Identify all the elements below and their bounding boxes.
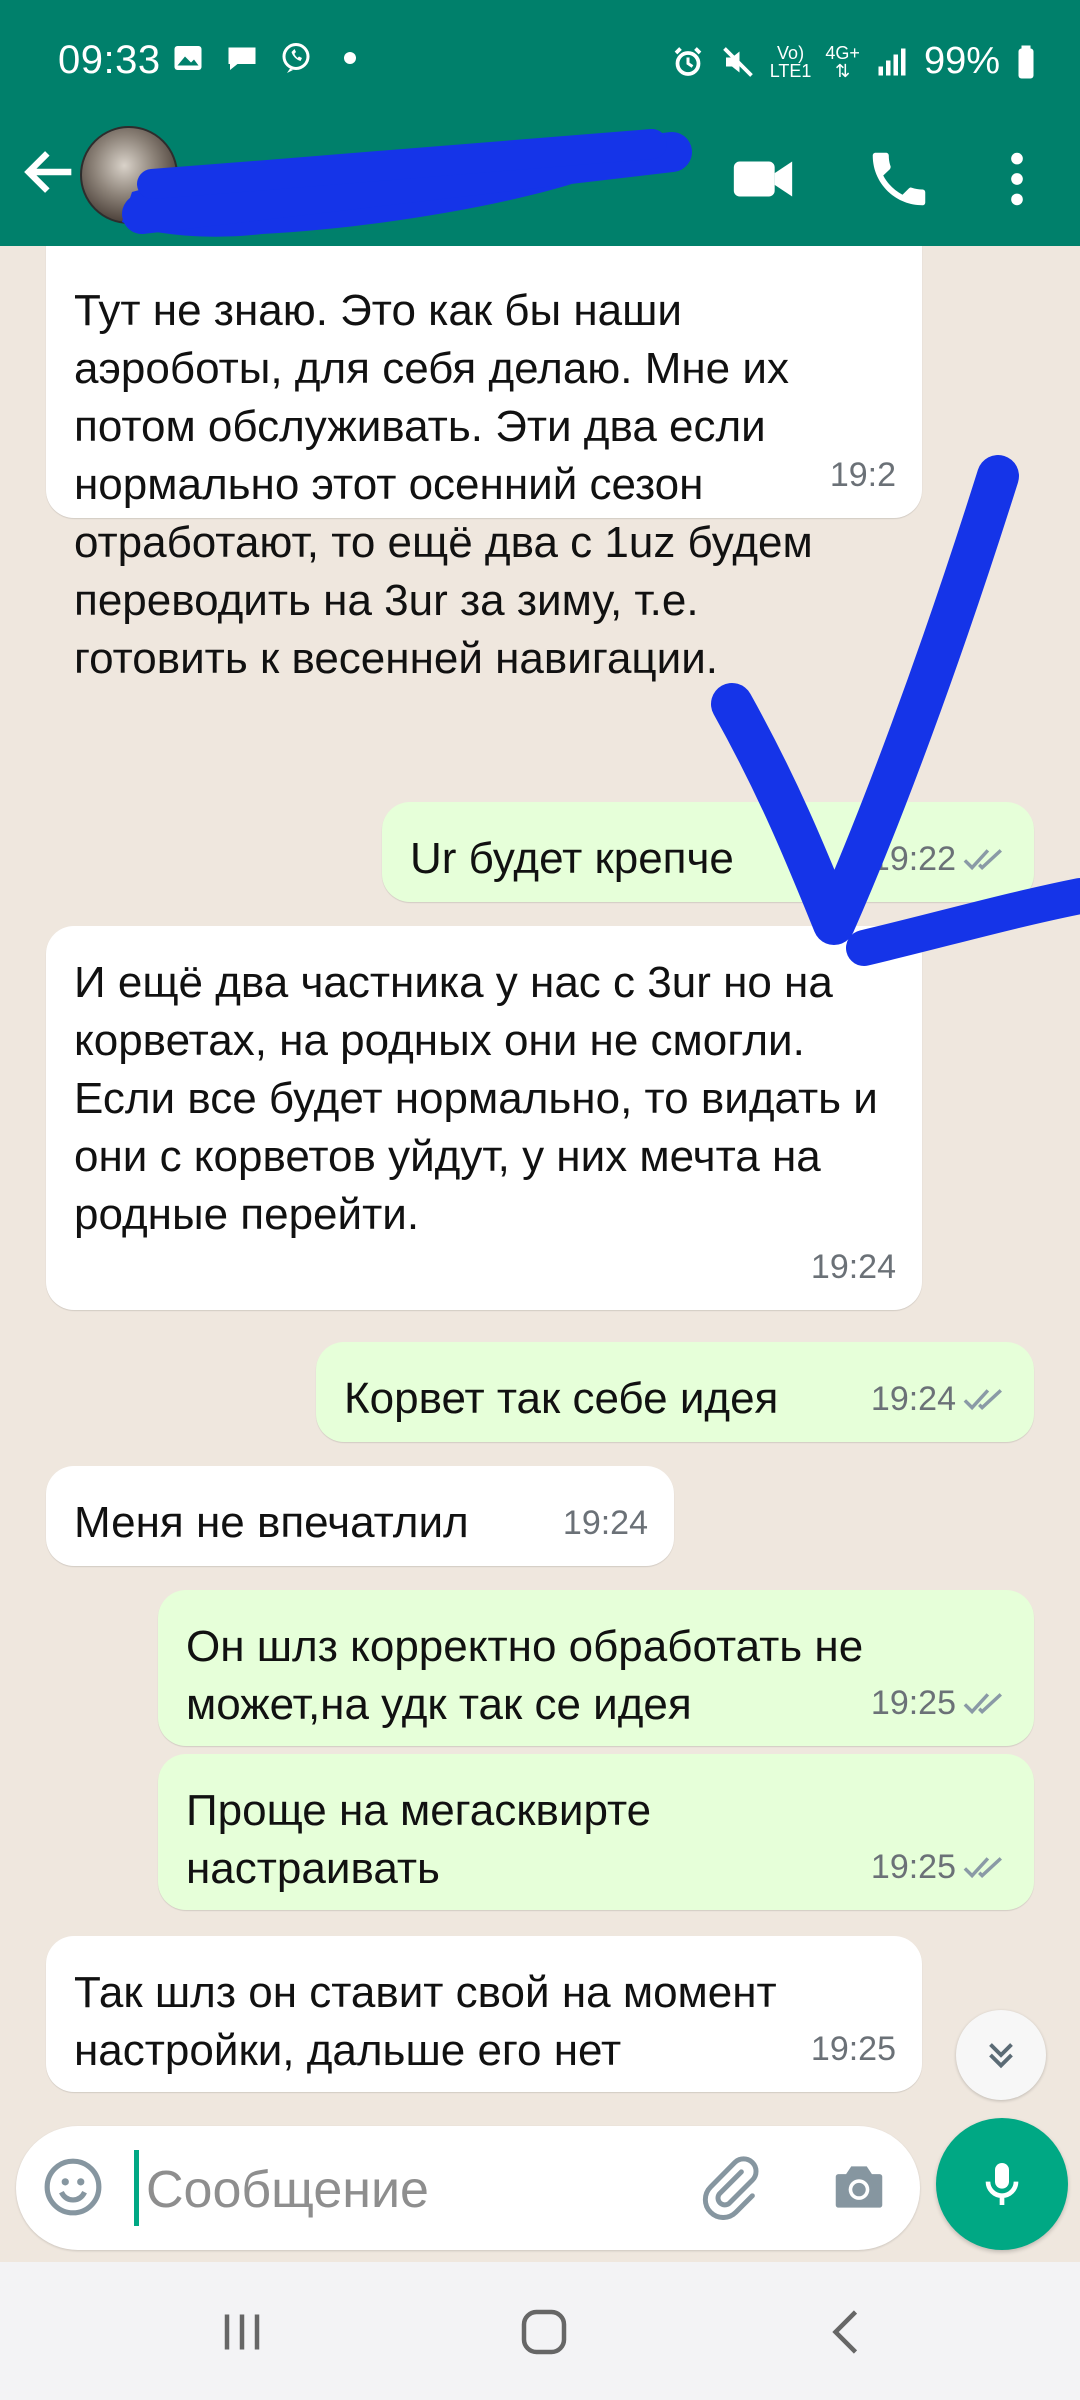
gallery-icon [174, 46, 202, 70]
network-type: 4G+ ⇅ [825, 42, 860, 81]
message-incoming[interactable]: И ещё два частника у нас с 3ur но на кор… [46, 926, 922, 1310]
scroll-to-bottom-button[interactable] [956, 2010, 1046, 2100]
back-arrow-icon[interactable] [18, 140, 82, 204]
mic-button[interactable] [936, 2118, 1068, 2250]
message-meta: 19:24 [810, 1248, 896, 1286]
message-incoming[interactable]: Меня не впечатлил 19:24 [46, 1466, 674, 1566]
volte-indicator: Vo) LTE1 [769, 42, 812, 81]
alarm-icon [674, 46, 702, 76]
system-icons: Vo) LTE1 4G+ ⇅ 99% [670, 40, 1038, 83]
video-call-icon[interactable] [728, 144, 798, 214]
message-outgoing[interactable]: Корвет так себе идея 19:24 [316, 1342, 1034, 1442]
message-meta: 19:22 [871, 830, 1008, 888]
status-bar: 09:33 Vo) LTE1 4G+ ⇅ 99% [0, 0, 1080, 120]
app-header: 09:33 Vo)LTE1 4G+⇅ 99% 32 [0, 0, 1080, 246]
battery-percent: 99% [923, 40, 1000, 82]
mic-icon [985, 2163, 1019, 2205]
message-text: Так шлз он ставит свой на момент настрой… [74, 1968, 777, 2075]
read-ticks-icon [963, 1389, 1002, 1411]
message-meta: 19:25 [871, 1838, 1008, 1896]
message-text: Меня не впечатлил [74, 1498, 469, 1547]
message-meta: 19:25 [871, 1674, 1008, 1732]
recents-icon[interactable] [212, 2302, 272, 2362]
message-text: Он шлз корректно обработать не может,на … [186, 1622, 864, 1729]
read-ticks-icon [963, 1857, 1002, 1879]
message-list[interactable]: Тут не знаю. Это как бы наши аэроботы, д… [0, 246, 1080, 2106]
back-nav-icon[interactable] [818, 2302, 878, 2362]
scroll-down-icon [989, 2043, 1013, 2069]
message-incoming[interactable]: Так шлз он ставит свой на момент настрой… [46, 1936, 922, 2092]
message-composer[interactable]: Сообщение [16, 2126, 920, 2250]
message-meta: 19:2 [829, 456, 896, 494]
message-outgoing[interactable]: Ur будет крепче 19:22 [382, 802, 1034, 902]
message-meta: 19:24 [562, 1504, 648, 1542]
message-meta: 19:25 [810, 2030, 896, 2068]
message-text: Проще на мегасквирте настраивать [186, 1786, 652, 1893]
more-menu-icon[interactable] [982, 144, 1052, 214]
attach-icon[interactable] [696, 2154, 762, 2220]
camera-icon[interactable] [826, 2156, 892, 2218]
message-text: И ещё два частника у нас с 3ur но на кор… [74, 958, 878, 1239]
status-time: 09:33 [58, 38, 161, 82]
message-outgoing[interactable]: Проще на мегасквирте настраивать 19:25 [158, 1754, 1034, 1910]
message-input[interactable]: Сообщение [146, 2160, 429, 2220]
voice-call-icon[interactable] [864, 144, 934, 214]
signal-icon [878, 48, 906, 75]
viber-icon [282, 43, 310, 73]
mute-icon [722, 46, 753, 77]
chat-notification-icon [228, 47, 256, 70]
message-incoming[interactable]: Тут не знаю. Это как бы наши аэроботы, д… [46, 246, 922, 683]
read-ticks-icon [963, 1693, 1002, 1715]
message-outgoing[interactable]: Он шлз корректно обработать не может,на … [158, 1590, 1034, 1746]
dot-icon [344, 52, 356, 64]
chat-app-bar: 32 [0, 120, 1080, 246]
emoji-icon[interactable] [42, 2156, 104, 2218]
home-icon[interactable] [514, 2302, 574, 2362]
notification-icons [170, 40, 368, 76]
text-cursor [134, 2150, 139, 2226]
message-meta: 19:24 [871, 1370, 1008, 1428]
message-text: Тут не знаю. Это как бы наши аэроботы, д… [74, 286, 813, 683]
system-nav-bar [0, 2262, 1080, 2400]
battery-icon [1018, 45, 1034, 78]
redaction-scribble [122, 129, 692, 237]
read-ticks-icon [963, 849, 1002, 871]
